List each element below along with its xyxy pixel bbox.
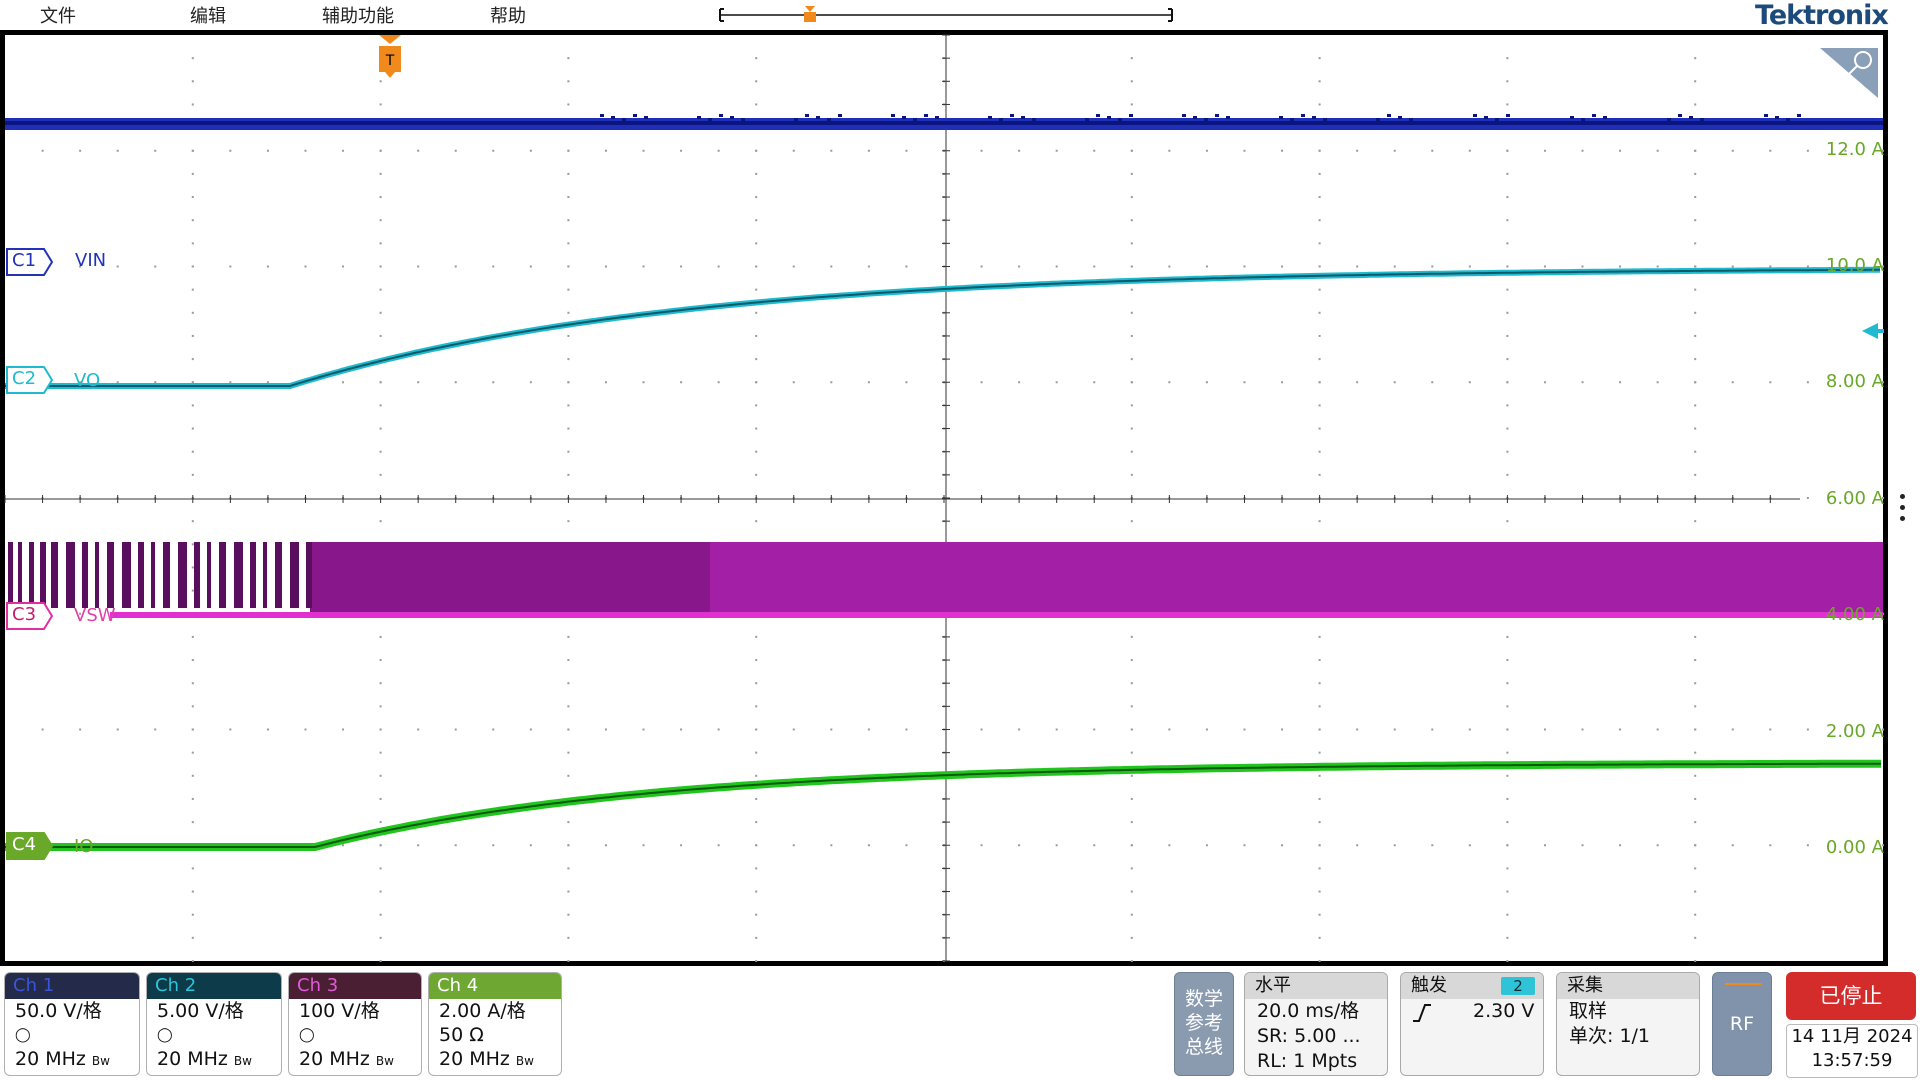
channel-tag-c4[interactable]: C4 bbox=[6, 832, 66, 860]
zoom-icon[interactable] bbox=[1820, 48, 1878, 98]
channel-name-vin: VIN bbox=[75, 250, 107, 271]
scale-label-12a: 12.0 A bbox=[1825, 139, 1884, 160]
acquire-mode: 取样 bbox=[1569, 1000, 1608, 1022]
math-ref-bus-button[interactable]: 数学 参考 总线 bbox=[1174, 972, 1234, 1076]
menu-edit[interactable]: 编辑 bbox=[190, 2, 226, 28]
channel-badge-ch2[interactable]: Ch 2 5.00 V/格 ◯ 20 MHz Bw bbox=[146, 972, 282, 1076]
ch4-scale: 2.00 A/格 bbox=[439, 1000, 526, 1022]
bus-label: 总线 bbox=[1184, 1036, 1223, 1058]
date: 14 11月 2024 bbox=[1791, 1026, 1913, 1047]
horizontal-badge[interactable]: 水平 20.0 ms/格 SR: 5.00 ... RL: 1 Mpts bbox=[1244, 972, 1388, 1076]
acquire-single-count: 单次: 1/1 bbox=[1569, 1025, 1651, 1047]
ch3-badge-title: Ch 3 bbox=[289, 973, 421, 999]
trigger-level-arrow bbox=[1862, 323, 1878, 339]
acquire-title: 采集 bbox=[1557, 973, 1699, 999]
ch2-bandwidth: 20 MHz bbox=[157, 1048, 228, 1070]
probe-icon: ◯ bbox=[15, 1027, 31, 1043]
channel-tag-c1[interactable]: C1 bbox=[6, 248, 66, 276]
menu-help[interactable]: 帮助 bbox=[490, 2, 526, 28]
trigger-title: 触发 bbox=[1411, 975, 1447, 996]
ch3-scale: 100 V/格 bbox=[299, 1000, 380, 1022]
date-time: 14 11月 2024 13:57:59 bbox=[1786, 1024, 1918, 1078]
channel-badge-ch1[interactable]: Ch 1 50.0 V/格 ◯ 20 MHz Bw bbox=[4, 972, 140, 1076]
ch3-bw-limit: Bw bbox=[375, 1054, 394, 1068]
channel-name-vsw: VSW bbox=[74, 605, 116, 626]
time: 13:57:59 bbox=[1811, 1050, 1893, 1071]
ch2-badge-title: Ch 2 bbox=[147, 973, 281, 999]
trigger-level: 2.30 V bbox=[1473, 1000, 1535, 1022]
waveform-canvas[interactable]: T bbox=[0, 30, 1888, 966]
record-timeline[interactable] bbox=[718, 6, 1174, 22]
probe-icon: ◯ bbox=[299, 1027, 315, 1043]
channel-tag-c3[interactable]: C3 bbox=[6, 602, 66, 630]
ch1-bandwidth: 20 MHz bbox=[15, 1048, 86, 1070]
scale-label-2a: 2.00 A bbox=[1825, 721, 1884, 742]
waveform-c3-vsw bbox=[8, 542, 1883, 618]
ch1-scale: 50.0 V/格 bbox=[15, 1000, 102, 1022]
probe-icon: ◯ bbox=[157, 1027, 173, 1043]
ch4-badge-title: Ch 4 bbox=[429, 973, 561, 999]
math-label: 数学 bbox=[1184, 988, 1223, 1010]
ch2-scale: 5.00 V/格 bbox=[157, 1000, 244, 1022]
waveform-c4-io bbox=[5, 759, 1881, 851]
channel-name-vo: VO bbox=[74, 370, 101, 391]
ch4-bandwidth: 20 MHz bbox=[439, 1048, 510, 1070]
ch1-badge-title: Ch 1 bbox=[5, 973, 139, 999]
channel-tag-c3-label: C3 bbox=[12, 604, 37, 625]
channel-tag-c1-label: C1 bbox=[12, 250, 37, 271]
waveform-c2-vo bbox=[5, 266, 1880, 389]
waveform-c1-vin bbox=[5, 114, 1883, 130]
ch2-bw-limit: Bw bbox=[233, 1054, 252, 1068]
trigger-marker-label: T bbox=[385, 53, 395, 69]
trigger-badge[interactable]: 触发 2 2.30 V bbox=[1400, 972, 1544, 1076]
acquire-badge[interactable]: 采集 取样 单次: 1/1 bbox=[1556, 972, 1700, 1076]
ch4-termination: 50 Ω bbox=[439, 1024, 484, 1046]
scale-label-0a: 0.00 A bbox=[1825, 837, 1884, 858]
side-menu-handle[interactable] bbox=[1900, 494, 1908, 527]
record-length: RL: 1 Mpts bbox=[1257, 1050, 1358, 1072]
rf-button[interactable]: RF bbox=[1712, 972, 1772, 1076]
trigger-source: 2 bbox=[1501, 977, 1535, 995]
rf-label: RF bbox=[1729, 1013, 1755, 1035]
tektronix-logo: Tektronix bbox=[1755, 0, 1889, 31]
rising-edge-icon bbox=[1413, 1004, 1431, 1022]
scale-label-4a: 4.00 A bbox=[1825, 604, 1884, 625]
channel-name-io: IO bbox=[74, 836, 94, 857]
channel-tag-c4-label: C4 bbox=[12, 834, 37, 855]
menu-file[interactable]: 文件 bbox=[40, 2, 76, 28]
run-stop-status[interactable]: 已停止 bbox=[1786, 972, 1916, 1020]
trigger-position-marker[interactable]: T bbox=[379, 35, 401, 78]
menu-bar: 文件 编辑 辅助功能 帮助 Tektronix bbox=[0, 0, 1920, 31]
menu-utility[interactable]: 辅助功能 bbox=[322, 2, 394, 28]
channel-badge-ch4[interactable]: Ch 4 2.00 A/格 50 Ω 20 MHz Bw bbox=[428, 972, 562, 1076]
scale-label-6a: 6.00 A bbox=[1825, 488, 1884, 509]
channel-tag-c2[interactable]: C2 bbox=[6, 366, 66, 394]
scale-label-10a: 10.0 A bbox=[1825, 255, 1884, 276]
ch1-bw-limit: Bw bbox=[91, 1054, 110, 1068]
ref-label: 参考 bbox=[1184, 1012, 1223, 1034]
ch4-bw-limit: Bw bbox=[515, 1054, 534, 1068]
ch3-bandwidth: 20 MHz bbox=[299, 1048, 370, 1070]
channel-tag-c2-label: C2 bbox=[12, 368, 37, 389]
horizontal-title: 水平 bbox=[1245, 973, 1387, 999]
channel-badge-ch3[interactable]: Ch 3 100 V/格 ◯ 20 MHz Bw bbox=[288, 972, 422, 1076]
scale-label-8a: 8.00 A bbox=[1825, 371, 1884, 392]
horizontal-scale: 20.0 ms/格 bbox=[1257, 1000, 1360, 1022]
sample-rate: SR: 5.00 ... bbox=[1257, 1025, 1361, 1047]
